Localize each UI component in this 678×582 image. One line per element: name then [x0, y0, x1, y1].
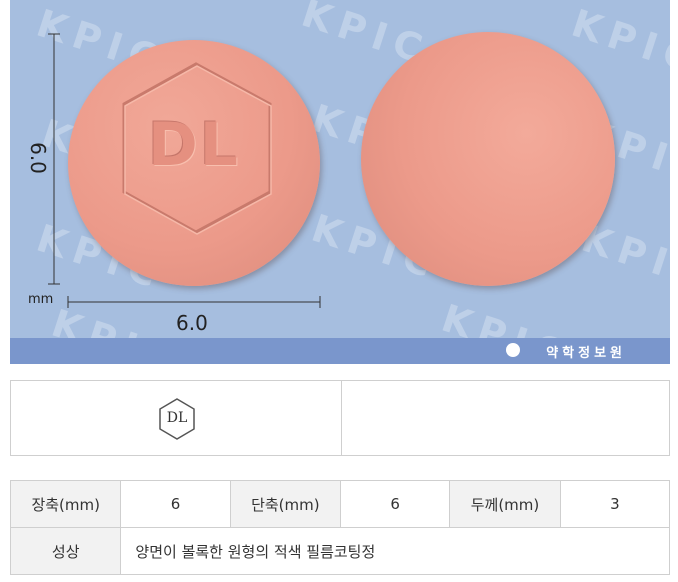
thickness-value: 3 [559, 480, 671, 528]
mark-table: DL [10, 380, 670, 456]
shape-label: 성상 [9, 527, 122, 575]
thickness-label: 두께(mm) [449, 480, 561, 528]
table-row: 성상 양면이 볼록한 원형의 적색 필름코팅정 [9, 527, 670, 575]
dimension-unit-label: mm [28, 292, 54, 307]
source-band: 약학정보원 [10, 338, 670, 364]
spec-table: 장축(mm) 6 단축(mm) 6 두께(mm) 3 성상 양면이 볼록한 원형… [9, 480, 671, 575]
width-label: 단축(mm) [229, 480, 342, 528]
source-label: 약학정보원 [546, 346, 626, 361]
length-value: 6 [120, 480, 231, 528]
shape-value: 양면이 볼록한 원형의 적색 필름코팅정 [120, 527, 670, 575]
length-label: 장축(mm) [9, 480, 122, 528]
table-row: 장축(mm) 6 단축(mm) 6 두께(mm) 3 [9, 480, 671, 528]
width-value: 6 [340, 480, 451, 528]
dimension-horizontal-label: 6.0 [176, 311, 208, 335]
back-mark-cell [341, 381, 669, 455]
pill-photo: KPIC KPIC KPIC KPIC KPIC KPIC KPIC KPIC … [10, 0, 670, 364]
dimension-vertical-label: 6.0 [25, 142, 50, 174]
pharm-logo-icon [506, 343, 520, 357]
front-mark-text: DL [166, 410, 188, 426]
front-mark-cell: DL [11, 381, 342, 455]
dimension-lines [48, 33, 321, 308]
